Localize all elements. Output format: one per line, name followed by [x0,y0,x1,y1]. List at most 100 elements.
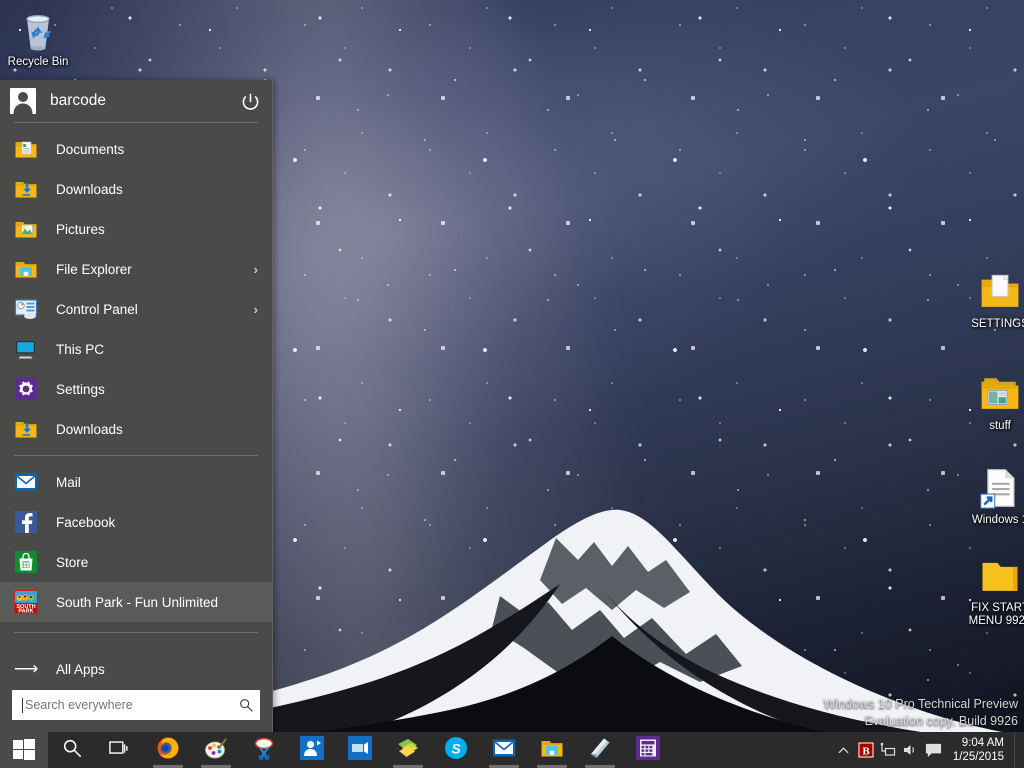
taskbar-app-buttons[interactable]: S [48,732,833,768]
folder-document-icon [968,268,1024,316]
store-icon [14,550,38,574]
taskbar-button-search[interactable] [48,732,96,768]
start-menu-item-settings[interactable]: Settings [0,369,272,409]
skype-icon: S [444,736,468,765]
mail-icon [492,736,516,765]
desktop-icon-stuff-folder[interactable]: stuff [968,370,1024,433]
search-icon[interactable] [238,697,254,713]
calculator-icon [636,735,660,765]
sticky-notes-icon [396,736,420,765]
start-button[interactable] [0,732,48,768]
recycle-bin-icon [6,6,70,54]
start-menu-app-label: Facebook [56,514,116,530]
chevron-right-icon[interactable]: › [254,302,264,317]
show-desktop-button[interactable] [1014,732,1020,768]
media-icon [348,735,372,765]
start-menu-item-file-explorer[interactable]: File Explorer › [0,249,272,289]
taskbar-button-mail[interactable] [480,732,528,768]
start-menu-app-mail[interactable]: Mail [0,462,272,502]
start-menu-item-label: Downloads [56,181,123,197]
taskbar-button-notepad[interactable] [576,732,624,768]
taskbar-button-firefox[interactable] [144,732,192,768]
start-menu-item-label: Downloads [56,421,123,437]
show-hidden-icons-button[interactable] [833,732,855,768]
folder-downloads-icon [14,177,38,201]
user-avatar-icon[interactable] [10,88,36,114]
southpark-icon: SOUTH PARK [14,590,38,614]
watermark-line-2: Evaluation copy. Build 9926 [864,714,1018,728]
desktop-icon-recycle-bin[interactable]: Recycle Bin [6,6,70,69]
taskbar-button-sticky-notes[interactable] [384,732,432,768]
start-menu-places-list[interactable]: Documents Downloads Pictures File Explorer ›… [0,123,272,449]
task-view-icon [109,737,131,764]
taskbar[interactable]: S B 9:04 AM 1/25/2015 [0,732,1024,768]
folder-plain-icon [968,552,1024,600]
desktop-icon-fix-start-menu-folder[interactable]: FIX START MENU 9926 [968,552,1024,628]
taskbar-button-calculator[interactable] [624,732,672,768]
windows-logo-icon [13,739,35,760]
clock[interactable]: 9:04 AM 1/25/2015 [947,732,1014,768]
people-icon [300,735,324,765]
search-box[interactable] [12,690,260,720]
file-explorer-icon [540,736,564,765]
start-menu-item-documents[interactable]: Documents [0,129,272,169]
notepad-icon [588,736,612,765]
taskbar-button-snipping-tool[interactable] [240,732,288,768]
control-panel-icon [14,297,38,321]
arrow-right-icon: ⟶ [14,659,39,678]
svg-text:PARK: PARK [18,609,33,615]
start-menu-item-downloads[interactable]: Downloads [0,409,272,449]
system-tray[interactable]: B 9:04 AM 1/25/2015 [833,732,1024,768]
all-apps-label: All Apps [56,661,105,677]
start-menu-item-downloads[interactable]: Downloads [0,169,272,209]
desktop-icon-label: Windows 1 [971,514,1024,526]
taskbar-button-people[interactable] [288,732,336,768]
desktop-icon-label: FIX START MENU 9926 [968,602,1024,627]
network-tray-icon[interactable] [877,732,899,768]
folder-pictures-icon [14,217,38,241]
start-menu-item-pictures[interactable]: Pictures [0,209,272,249]
power-icon[interactable] [236,87,264,115]
all-apps-button[interactable]: ⟶ All Apps [0,648,272,690]
clock-time: 9:04 AM [961,737,1004,749]
desktop-icon-windows-shortcut[interactable]: Windows 1 [968,464,1024,527]
folder-documents-icon [14,137,38,161]
taskbar-button-paint[interactable] [192,732,240,768]
start-menu-item-this-pc[interactable]: This PC [0,329,272,369]
watermark-line-1: Windows 10 Pro Technical Preview [823,697,1018,711]
taskbar-button-file-explorer[interactable] [528,732,576,768]
clock-date: 1/25/2015 [952,751,1004,763]
start-menu-item-label: This PC [56,341,105,357]
start-menu-item-label: Control Panel [56,301,138,317]
bitdefender-icon: B [857,742,874,758]
volume-tray-icon[interactable] [899,732,921,768]
start-menu-item-control-panel[interactable]: Control Panel › [0,289,272,329]
taskbar-button-skype[interactable]: S [432,732,480,768]
start-menu-app-facebook[interactable]: Facebook [0,502,272,542]
taskbar-button-media[interactable] [336,732,384,768]
user-name: barcode [50,92,107,109]
volume-icon [903,745,914,755]
start-menu-app-store[interactable]: Store [0,542,272,582]
start-menu-item-label: Pictures [56,221,105,237]
bitdefender-tray-icon[interactable]: B [855,732,877,768]
search-area[interactable] [0,690,272,732]
start-menu-app-label: South Park - Fun Unlimited [56,594,219,610]
start-menu-item-label: File Explorer [56,261,132,277]
taskbar-button-task-view[interactable] [96,732,144,768]
search-input[interactable] [23,698,238,712]
start-menu-apps-list[interactable]: Mail Facebook Store SOUTH PARK South Park - F… [0,456,272,622]
start-menu-item-label: Settings [56,381,105,397]
action-center-button[interactable] [921,732,947,768]
settings-gear-icon [14,377,38,401]
start-menu-app-label: Mail [56,474,81,490]
desktop-icon-settings-folder[interactable]: SETTINGS [968,268,1024,331]
start-menu-app-label: Store [56,554,89,570]
start-menu[interactable]: barcode Documents Downloads Pictures File E… [0,80,273,732]
svg-text:S: S [451,740,461,756]
folder-downloads-icon [14,417,38,441]
start-menu-app-south-park-fun-unlimited[interactable]: SOUTH PARK South Park - Fun Unlimited [0,582,272,622]
action-center-icon [926,743,942,757]
chevron-right-icon[interactable]: › [254,262,264,277]
facebook-icon [14,510,38,534]
